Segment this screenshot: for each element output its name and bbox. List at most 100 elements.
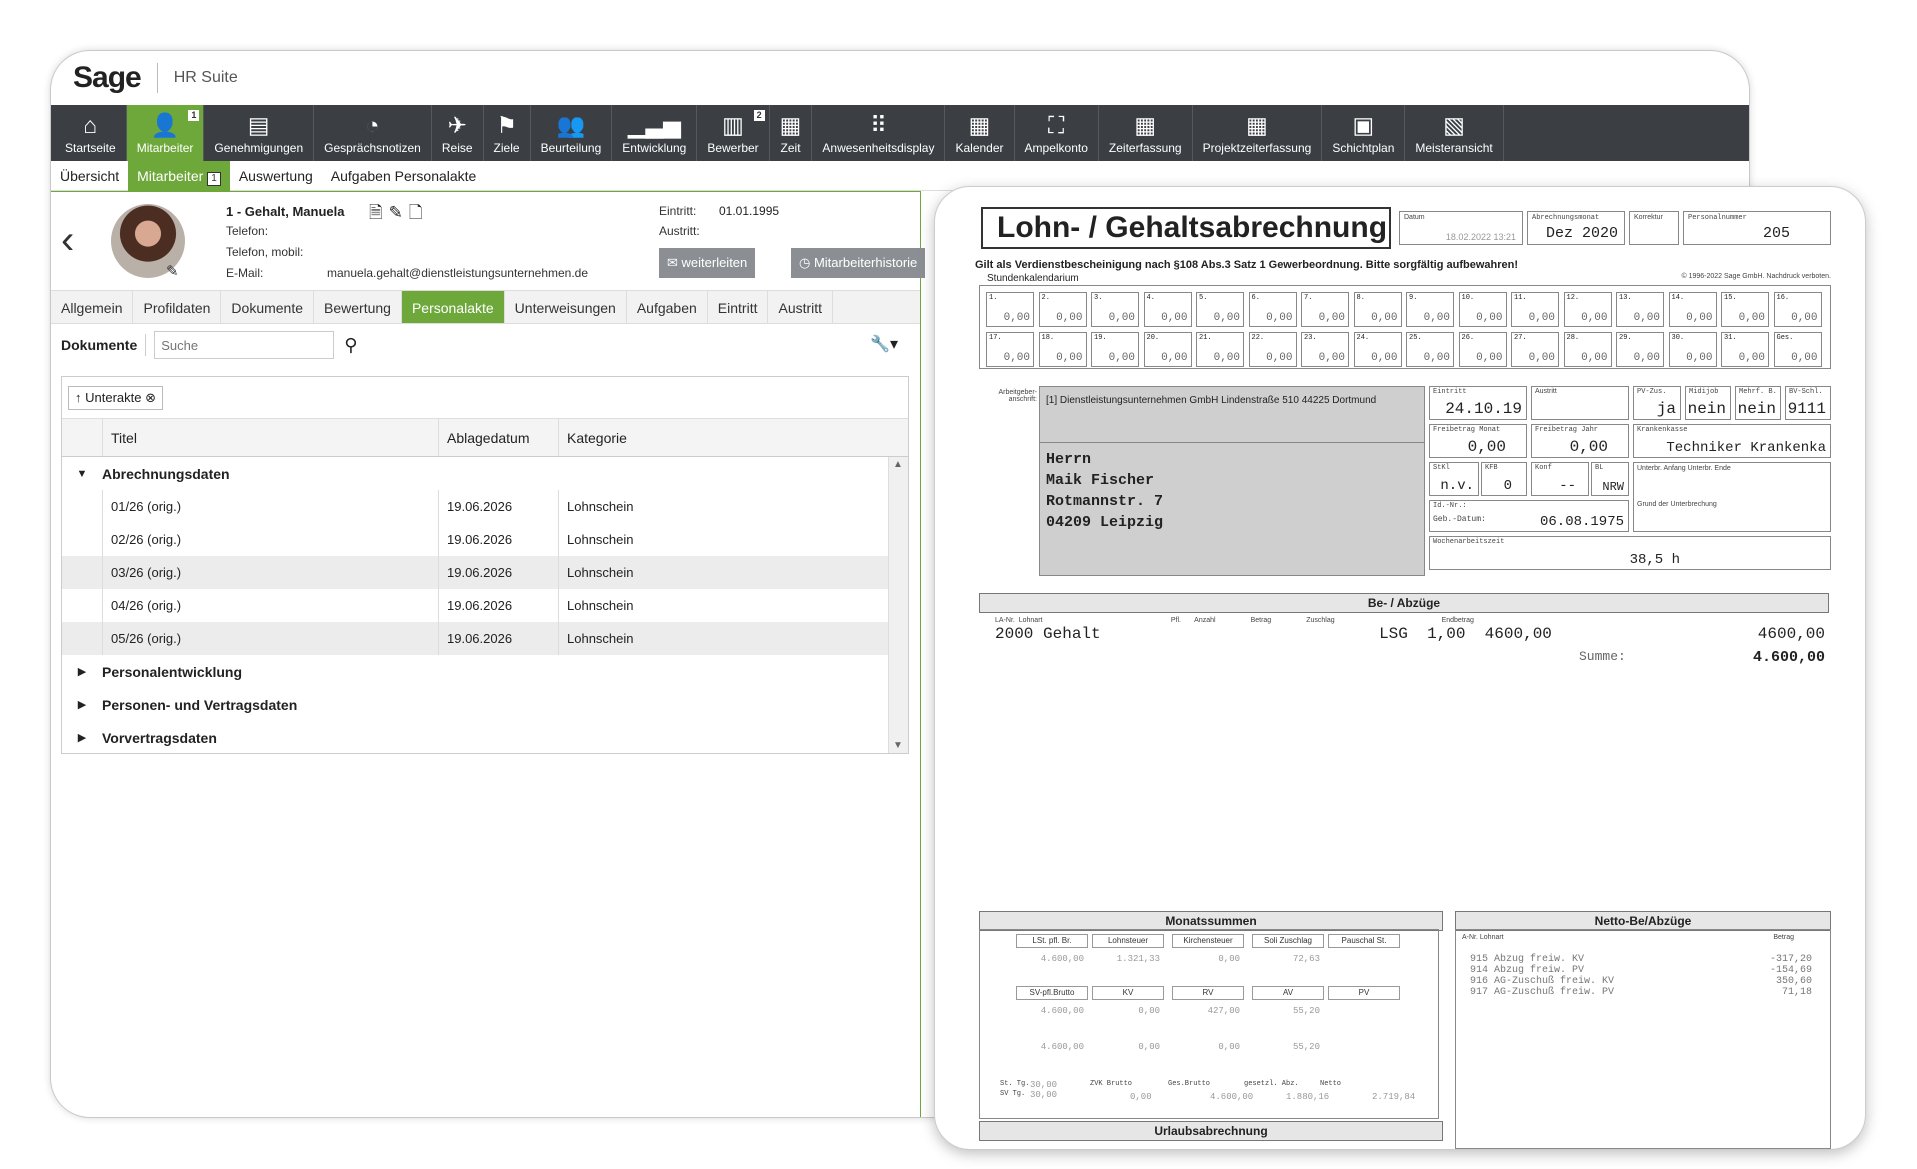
appraisal-icon: 👥: [556, 112, 586, 138]
calendar-day-hours: 0,00: [1738, 352, 1765, 364]
toolbar-item-bewerber[interactable]: ▥ Bewerber 2: [697, 105, 770, 161]
toolbar-item-zeit[interactable]: ▦ Zeit: [770, 105, 813, 161]
shift-plan-icon: ▣: [1352, 112, 1375, 138]
column-title[interactable]: Titel: [102, 419, 438, 456]
column-date[interactable]: Ablagedatum: [438, 419, 558, 456]
column-category[interactable]: Kategorie: [558, 419, 872, 456]
table-row[interactable]: 05/26 (orig.) 19.06.2026 Lohnschein: [62, 622, 908, 655]
group-personal-contract-data[interactable]: ▶ Personen- und Vertragsdaten: [62, 688, 908, 721]
calendar-day-cell: 7. 0,00: [1301, 292, 1349, 327]
calendar-day-hours: 0,00: [1791, 312, 1818, 324]
scroll-up-icon[interactable]: ▲: [893, 459, 903, 470]
document-title[interactable]: 05/26 (orig.): [102, 622, 438, 655]
document-title[interactable]: 04/26 (orig.): [102, 589, 438, 622]
toolbar-item-zeiterfassung[interactable]: ▦ Zeiterfassung: [1099, 105, 1193, 161]
document-title[interactable]: 01/26 (orig.): [102, 490, 438, 523]
calendar-day-hours: 0,00: [1476, 312, 1503, 324]
mobile-label: Telefon, mobil:: [226, 245, 304, 259]
toolbar-item-meisteransicht[interactable]: ▧ Meisteransicht: [1405, 105, 1504, 161]
toolbar-item-schichtplan[interactable]: ▣ Schichtplan: [1322, 105, 1406, 161]
tab-allgemein[interactable]: Allgemein: [51, 291, 134, 323]
tax-class-field: StKl n.v.: [1429, 462, 1479, 496]
exit-field: Austritt: [1531, 386, 1629, 420]
toolbar-item-projektzeiterfassung[interactable]: ▦ Projektzeiterfassung: [1193, 105, 1323, 161]
toolbar-item-ampelkonto[interactable]: ⛶ Ampelkonto: [1015, 105, 1099, 161]
toolbar-item-kalender[interactable]: ▦ Kalender: [945, 105, 1015, 161]
monthly-sums-header: Monatssummen: [979, 911, 1443, 931]
calendar-day-cell: 22. 0,00: [1248, 332, 1297, 367]
scroll-down-icon[interactable]: ▼: [893, 740, 903, 751]
field-value: Techniker Krankenka: [1666, 440, 1826, 456]
table-row[interactable]: 03/26 (orig.) 19.06.2026 Lohnschein: [62, 556, 908, 589]
document-title[interactable]: 03/26 (orig.): [102, 556, 438, 589]
search-icon[interactable]: ⚲: [344, 335, 357, 356]
group-billing-data[interactable]: ▼ Abrechnungsdaten: [62, 457, 908, 490]
wrench-menu-icon[interactable]: 🔧▾: [870, 334, 898, 354]
net-deduction-label: 914 Abzug freiw. PV: [1470, 965, 1585, 976]
tab-personalakte[interactable]: Personalakte: [401, 291, 505, 323]
collapsed-triangle-icon[interactable]: ▶: [62, 731, 102, 744]
expanded-triangle-icon[interactable]: ▼: [62, 468, 102, 480]
edit-icon[interactable]: ✎: [389, 203, 409, 222]
collapsed-triangle-icon[interactable]: ▶: [62, 698, 102, 711]
monthly-sum-value: 55,20: [1292, 1006, 1320, 1016]
tab-eintritt[interactable]: Eintritt: [708, 291, 769, 323]
tab-unterweisungen[interactable]: Unterweisungen: [505, 291, 627, 323]
subnav-overview[interactable]: Übersicht: [51, 161, 128, 191]
employee-history-button[interactable]: ◷ Mitarbeiterhistorie: [791, 248, 926, 278]
conversation-notes-icon: ◔: [365, 112, 380, 138]
tab-bewertung[interactable]: Bewertung: [314, 291, 402, 323]
table-row[interactable]: 04/26 (orig.) 19.06.2026 Lohnschein: [62, 589, 908, 622]
toolbar-item-ziele[interactable]: ⚑ Ziele: [484, 105, 531, 161]
toolbar-item-startseite[interactable]: ⌂ Startseite: [55, 105, 127, 161]
toolbar-item-entwicklung[interactable]: ▁▃▅ Entwicklung: [612, 105, 698, 161]
subnav-personnel-file-tasks[interactable]: Aufgaben Personalakte: [322, 161, 486, 191]
field-label: BV-Schl.: [1789, 388, 1823, 396]
new-page-icon[interactable]: 🗋: [409, 203, 429, 222]
document-title[interactable]: 02/26 (orig.): [102, 523, 438, 556]
toolbar-item-gesprächsnotizen[interactable]: ◔ Gesprächsnotizen: [314, 105, 432, 161]
tab-dokumente[interactable]: Dokumente: [221, 291, 315, 323]
edit-pencil-icon[interactable]: ✎: [166, 262, 179, 280]
documents-title: Dokumente: [61, 337, 138, 353]
calendar-day-number: 29.: [1619, 334, 1632, 342]
tab-profildaten[interactable]: Profildaten: [133, 291, 222, 323]
group-previous-contract-data[interactable]: ▶ Vorvertragsdaten: [62, 721, 908, 754]
toolbar-item-beurteilung[interactable]: 👥 Beurteilung: [531, 105, 613, 161]
back-chevron-icon[interactable]: ‹: [61, 218, 74, 263]
email-value[interactable]: manuela.gehalt@dienstleistungsunternehme…: [327, 266, 588, 280]
field-label: Id.-Nr.:: [1433, 502, 1467, 510]
table-row[interactable]: 02/26 (orig.) 19.06.2026 Lohnschein: [62, 523, 908, 556]
forward-button[interactable]: ✉ weiterleiten: [659, 248, 756, 278]
calendar-day-cell: 13. 0,00: [1616, 292, 1664, 327]
document-icon[interactable]: 🗎: [369, 203, 389, 222]
net-deduction-amount: 71,18: [1781, 987, 1812, 998]
toolbar-item-reise[interactable]: ✈ Reise: [432, 105, 484, 161]
subnav-employee-badge: 1: [207, 171, 221, 186]
tab-aufgaben[interactable]: Aufgaben: [627, 291, 708, 323]
subnav-evaluation[interactable]: Auswertung: [230, 161, 322, 191]
health-insurance-field: Krankenkasse Techniker Krankenka: [1633, 424, 1831, 458]
tab-austritt[interactable]: Austritt: [768, 291, 834, 323]
calendar-day-cell: 1. 0,00: [986, 292, 1034, 327]
calendar-day-number: 2.: [1041, 294, 1050, 302]
calendar-day-number: 30.: [1671, 334, 1685, 342]
table-row[interactable]: 01/26 (orig.) 19.06.2026 Lohnschein: [62, 490, 908, 523]
group-personnel-development[interactable]: ▶ Personalentwicklung: [62, 655, 908, 688]
approvals-icon: ▤: [247, 112, 270, 138]
monthly-sum-value: 0,00: [1218, 954, 1240, 964]
monthly-sum-column-header: PV: [1328, 986, 1400, 1000]
parent-folder-chip[interactable]: ↑ Unterakte ⊗: [68, 385, 163, 410]
search-input[interactable]: [154, 331, 335, 359]
collapsed-triangle-icon[interactable]: ▶: [62, 665, 102, 678]
calendar-day-cell: 15. 0,00: [1721, 292, 1769, 327]
toolbar-item-anwesenheitsdisplay[interactable]: ⠿ Anwesenheitsdisplay: [812, 105, 946, 161]
toolbar-item-mitarbeiter[interactable]: 👤 Mitarbeiter 1: [126, 105, 205, 161]
calendar-day-cell: 21. 0,00: [1196, 332, 1244, 367]
toolbar-item-genehmigungen[interactable]: ▤ Genehmigungen: [204, 105, 315, 161]
grid-scrollbar[interactable]: ▲ ▼: [888, 457, 908, 753]
entry-date: 01.01.1995: [719, 204, 780, 218]
net-head-amount: Betrag: [1773, 934, 1794, 941]
subnav-employee[interactable]: Mitarbeiter 1: [128, 160, 230, 191]
midijob-field: Midijob nein: [1685, 386, 1731, 420]
